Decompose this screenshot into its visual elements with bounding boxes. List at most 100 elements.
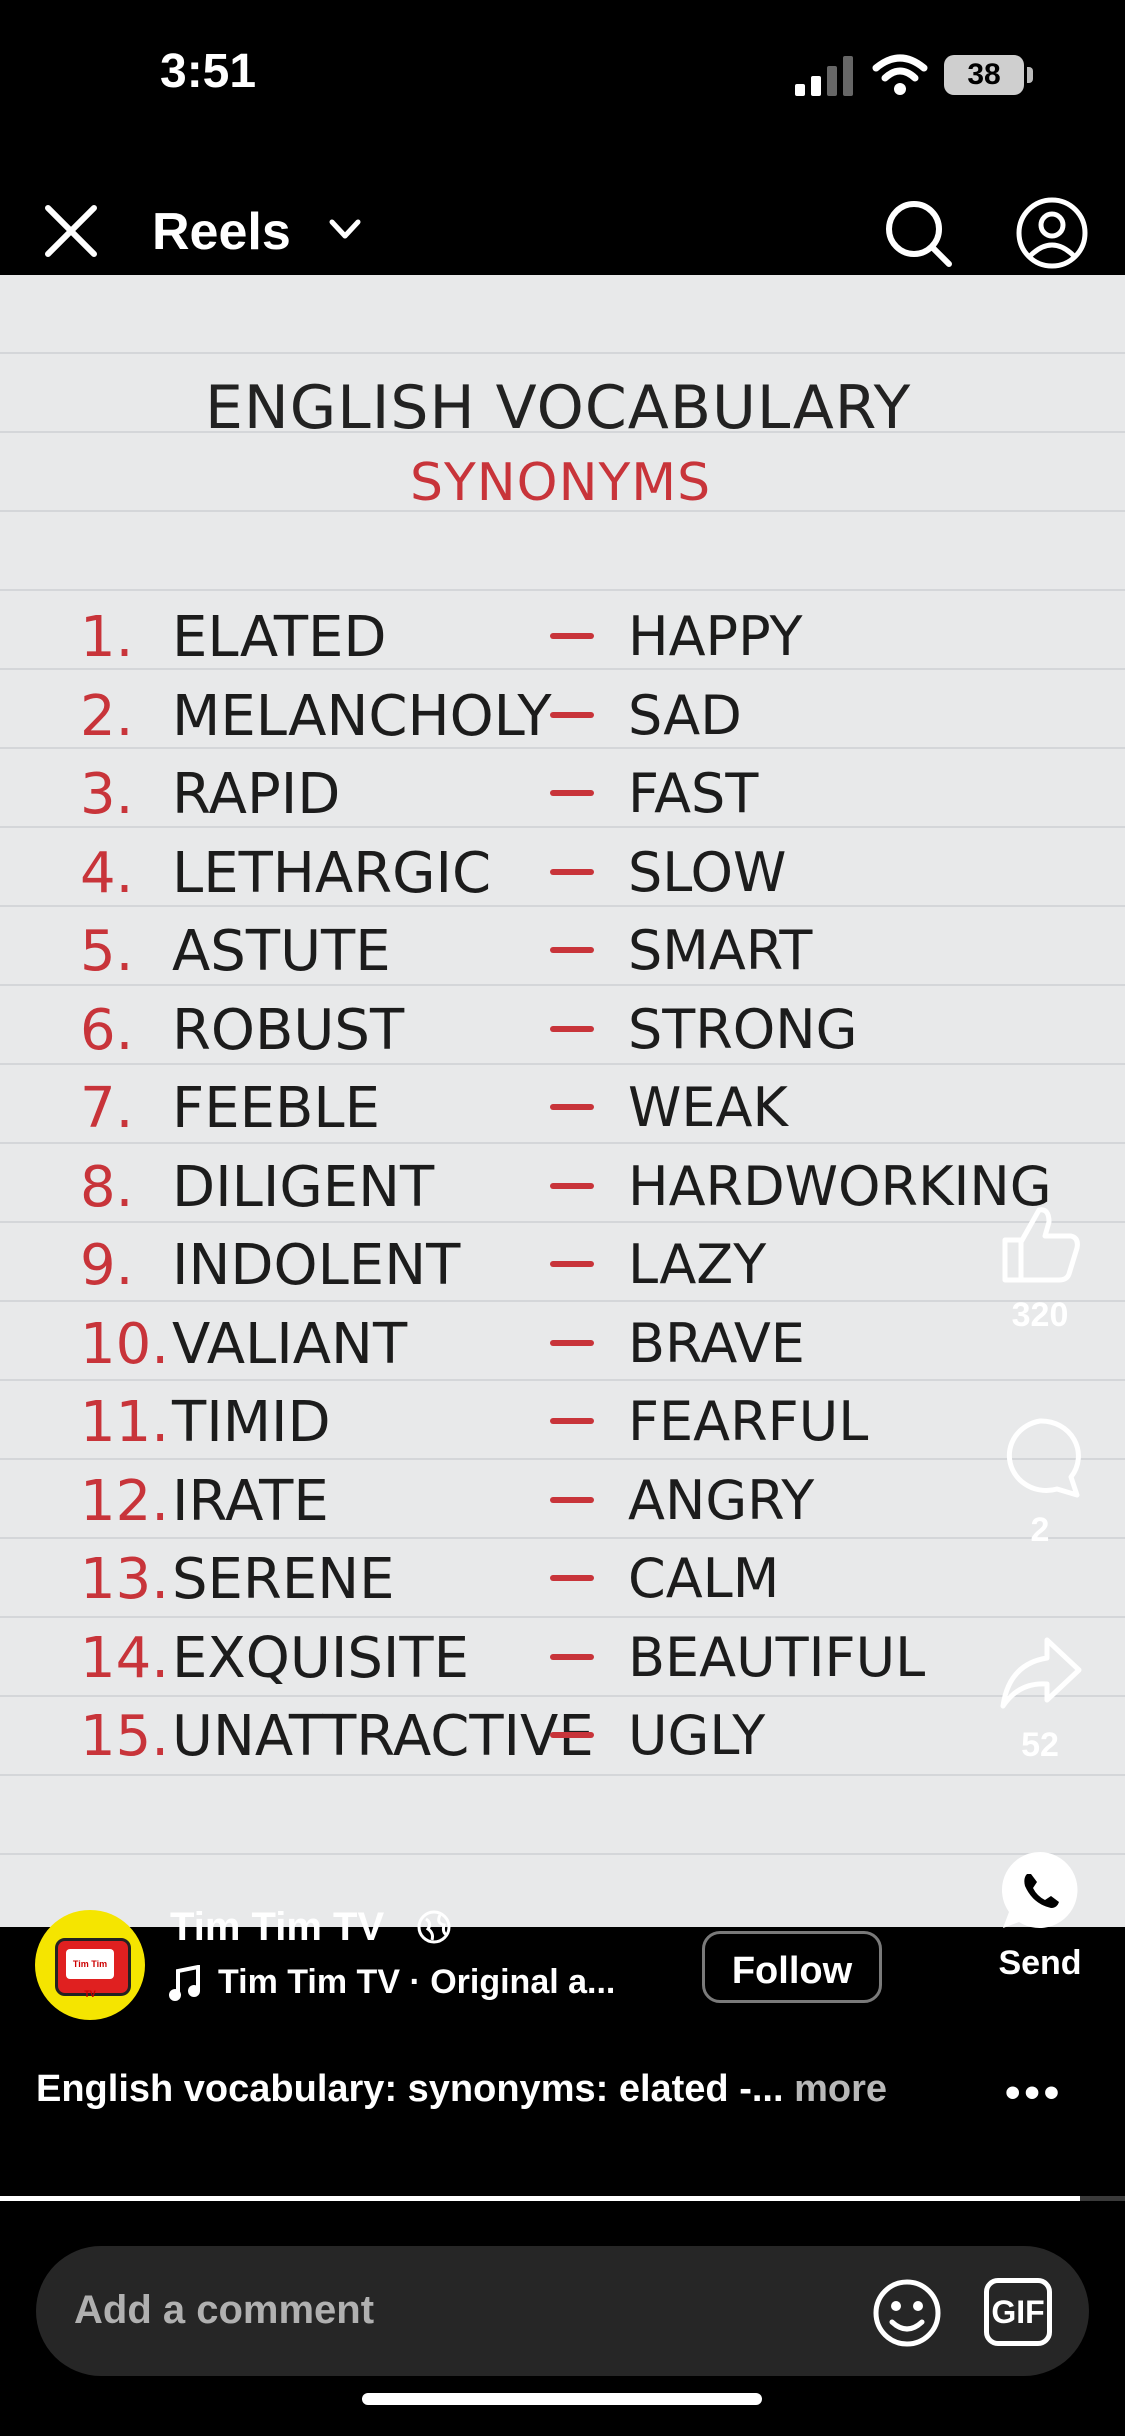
synonym-row: 13. SERENE CALM <box>80 1547 980 1617</box>
video-subtitle: SYNONYMS <box>410 453 712 513</box>
row-number: 12. <box>80 1468 170 1534</box>
music-note-icon <box>169 1965 200 2001</box>
synonym-word: WEAK <box>628 1076 788 1139</box>
dash-separator <box>550 1182 594 1189</box>
tv-logo-icon: Tim Tim TV <box>55 1938 131 1999</box>
comment-icon <box>1006 1418 1081 1498</box>
synonym-row: 15. UNATTRACTIVE UGLY <box>80 1704 980 1774</box>
synonym-row: 3. RAPID FAST <box>80 762 980 832</box>
synonym-word: HAPPY <box>628 605 803 668</box>
dash-separator <box>550 947 594 953</box>
synonym-row: 1. ELATED HAPPY <box>80 605 980 675</box>
dash-separator <box>550 1025 594 1032</box>
chevron-down-icon[interactable] <box>328 218 362 242</box>
dash-separator <box>550 1261 594 1267</box>
like-icon <box>1002 1207 1080 1283</box>
more-options-icon[interactable]: ••• <box>1005 2068 1063 2118</box>
row-number: 13. <box>80 1547 170 1612</box>
comment-button[interactable]: 2 <box>990 1415 1090 1550</box>
row-number: 4. <box>80 840 134 906</box>
gif-icon[interactable]: GIF <box>984 2278 1052 2346</box>
like-button[interactable]: 320 <box>990 1200 1090 1335</box>
dash-separator <box>550 1104 594 1110</box>
vocabulary-word: FEEBLE <box>172 1076 380 1141</box>
reels-title[interactable]: Reels <box>152 202 291 262</box>
row-number: 15. <box>80 1704 170 1769</box>
caption-text: English vocabulary: synonyms: elated -..… <box>36 2068 795 2110</box>
home-indicator <box>362 2393 762 2405</box>
synonym-word: SLOW <box>628 840 787 904</box>
row-number: 8. <box>80 1154 134 1220</box>
whatsapp-icon <box>1001 1852 1078 1928</box>
vocabulary-word: LETHARGIC <box>172 840 492 906</box>
dash-separator <box>550 633 594 639</box>
send-label: Send <box>998 1944 1082 1982</box>
synonym-row: 14. EXQUISITE BEAUTIFUL <box>80 1626 980 1696</box>
synonym-row: 6. ROBUST STRONG <box>80 998 980 1068</box>
reel-caption[interactable]: English vocabulary: synonyms: elated -..… <box>36 2068 887 2111</box>
dash-separator <box>550 711 594 718</box>
vocabulary-word: VALIANT <box>172 1311 408 1377</box>
dash-separator <box>550 1732 594 1738</box>
send-button[interactable]: Send <box>990 1848 1090 1983</box>
vocabulary-word: MELANCHOLY <box>172 683 552 749</box>
vocabulary-word: TIMID <box>172 1390 331 1455</box>
synonym-word: BEAUTIFUL <box>628 1625 926 1689</box>
share-button[interactable]: 52 <box>990 1630 1090 1765</box>
vocabulary-word: INDOLENT <box>172 1233 461 1298</box>
close-icon[interactable] <box>40 200 102 262</box>
audio-track[interactable]: Tim Tim TV · Original a... <box>218 1963 615 2002</box>
synonym-word: SMART <box>628 919 813 982</box>
row-number: 10. <box>80 1311 170 1377</box>
vocabulary-word: DILIGENT <box>172 1154 435 1220</box>
synonym-word: LAZY <box>628 1233 767 1296</box>
creator-name[interactable]: Tim Tim TV <box>170 1905 384 1950</box>
dash-separator <box>550 1418 594 1424</box>
emoji-icon[interactable] <box>872 2278 942 2348</box>
synonym-word: ANGRY <box>628 1468 815 1532</box>
video-progress-fill <box>0 2196 1080 2201</box>
row-number: 7. <box>80 1076 134 1141</box>
row-number: 2. <box>80 683 134 749</box>
share-count: 52 <box>1021 1726 1059 1764</box>
synonym-word: SAD <box>628 683 742 747</box>
vocabulary-word: UNATTRACTIVE <box>172 1704 594 1769</box>
row-number: 9. <box>80 1233 134 1298</box>
creator-avatar[interactable]: Tim Tim TV <box>35 1910 145 2020</box>
synonym-row: 2. MELANCHOLY SAD <box>80 684 980 754</box>
synonym-word: FEARFUL <box>628 1390 869 1453</box>
reel-video[interactable]: ENGLISH VOCABULARY SYNONYMS 1. ELATED HAPP… <box>0 275 1125 1927</box>
search-icon[interactable] <box>883 198 953 268</box>
dash-separator <box>550 790 594 796</box>
video-progress-bar[interactable] <box>0 2196 1125 2201</box>
synonym-word: HARDWORKING <box>628 1154 1052 1218</box>
dash-separator <box>550 1496 594 1503</box>
follow-button[interactable]: Follow <box>702 1931 882 2003</box>
vocabulary-word: ELATED <box>172 605 387 670</box>
vocabulary-word: EXQUISITE <box>172 1625 469 1691</box>
synonym-row: 10. VALIANT BRAVE <box>80 1312 980 1382</box>
like-count: 320 <box>1011 1296 1069 1334</box>
caption-more-link[interactable]: more <box>794 2068 887 2110</box>
row-number: 14. <box>80 1625 170 1691</box>
dash-separator <box>550 1339 594 1346</box>
wifi-icon <box>872 54 928 95</box>
dash-separator <box>550 868 594 875</box>
vocabulary-word: RAPID <box>172 762 341 827</box>
status-bar: 3:51 38 <box>0 0 1125 150</box>
share-icon <box>1000 1637 1082 1709</box>
video-title: ENGLISH VOCABULARY <box>205 373 912 443</box>
comment-input[interactable]: Add a comment GIF <box>36 2246 1089 2376</box>
synonym-word: FAST <box>628 762 759 825</box>
vocabulary-word: ROBUST <box>172 997 405 1063</box>
comment-placeholder: Add a comment <box>74 2288 375 2332</box>
reels-header: Reels <box>0 190 1125 270</box>
vocabulary-word: ASTUTE <box>172 919 391 984</box>
profile-icon[interactable] <box>1015 196 1089 270</box>
synonym-row: 9. INDOLENT LAZY <box>80 1233 980 1303</box>
battery-indicator: 38 <box>944 55 1033 95</box>
vocabulary-word: SERENE <box>172 1547 395 1612</box>
row-number: 11. <box>80 1390 170 1455</box>
synonym-word: STRONG <box>628 997 858 1061</box>
comment-count: 2 <box>1030 1511 1050 1549</box>
